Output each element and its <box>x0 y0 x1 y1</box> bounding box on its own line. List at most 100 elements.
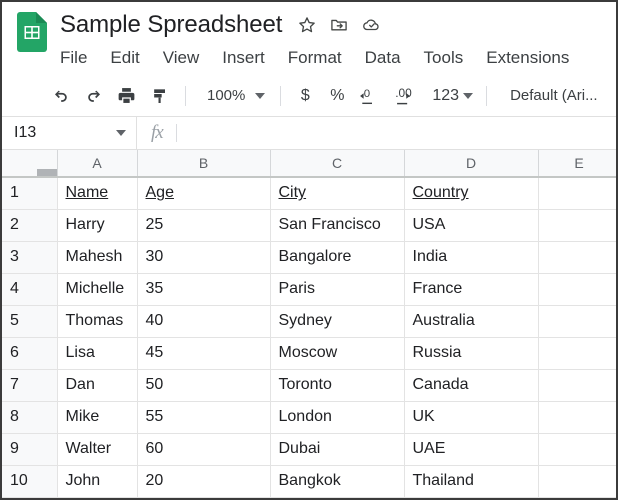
cell-b4[interactable]: 35 <box>137 273 270 305</box>
cell-c9[interactable]: Dubai <box>270 433 404 465</box>
cell-d8[interactable]: UK <box>404 401 538 433</box>
cell-a7[interactable]: Dan <box>57 369 137 401</box>
cell-c2[interactable]: San Francisco <box>270 209 404 241</box>
undo-button[interactable] <box>44 81 77 111</box>
font-family-selector[interactable]: Default (Ari... <box>496 87 598 104</box>
cell-a2[interactable]: Harry <box>57 209 137 241</box>
menu-item-format[interactable]: Format <box>288 48 342 68</box>
cell-d3[interactable]: India <box>404 241 538 273</box>
document-title[interactable]: Sample Spreadsheet <box>60 11 282 39</box>
decrease-decimal-button[interactable]: .0 <box>354 81 390 111</box>
cell-c10[interactable]: Bangkok <box>270 465 404 497</box>
paint-format-button[interactable] <box>143 81 176 111</box>
increase-decimal-button[interactable]: .00 <box>390 81 428 111</box>
column-header-b[interactable]: B <box>137 150 270 177</box>
menu-item-data[interactable]: Data <box>365 48 401 68</box>
row-header-10[interactable]: 10 <box>2 465 57 497</box>
row-header-7[interactable]: 7 <box>2 369 57 401</box>
row-header-8[interactable]: 8 <box>2 401 57 433</box>
percent-format-button[interactable]: % <box>320 81 354 111</box>
cell-c4[interactable]: Paris <box>270 273 404 305</box>
row-header-9[interactable]: 9 <box>2 433 57 465</box>
cell-d5[interactable]: Australia <box>404 305 538 337</box>
cell-c5[interactable]: Sydney <box>270 305 404 337</box>
toolbar-separator-1 <box>185 86 186 106</box>
currency-format-button[interactable]: $ <box>290 81 320 111</box>
title-row: Sample Spreadsheet <box>60 8 616 42</box>
column-header-e[interactable]: E <box>538 150 618 177</box>
cell-d7[interactable]: Canada <box>404 369 538 401</box>
cell-a4[interactable]: Michelle <box>57 273 137 305</box>
redo-button[interactable] <box>77 81 110 111</box>
cell-b9[interactable]: 60 <box>137 433 270 465</box>
table-row: 5Thomas40SydneyAustralia <box>2 305 618 337</box>
cell-b1[interactable]: Age <box>137 177 270 209</box>
cell-d4[interactable]: France <box>404 273 538 305</box>
cell-a8[interactable]: Mike <box>57 401 137 433</box>
cell-e10[interactable] <box>538 465 618 497</box>
cell-d6[interactable]: Russia <box>404 337 538 369</box>
row-header-2[interactable]: 2 <box>2 209 57 241</box>
menu-item-edit[interactable]: Edit <box>110 48 139 68</box>
cell-c3[interactable]: Bangalore <box>270 241 404 273</box>
cell-c7[interactable]: Toronto <box>270 369 404 401</box>
cell-e6[interactable] <box>538 337 618 369</box>
cell-b8[interactable]: 55 <box>137 401 270 433</box>
cell-a10[interactable]: John <box>57 465 137 497</box>
cell-e7[interactable] <box>538 369 618 401</box>
cell-b10[interactable]: 20 <box>137 465 270 497</box>
cell-a1[interactable]: Name <box>57 177 137 209</box>
cell-d10[interactable]: Thailand <box>404 465 538 497</box>
cell-e1[interactable] <box>538 177 618 209</box>
row-header-6[interactable]: 6 <box>2 337 57 369</box>
cell-b6[interactable]: 45 <box>137 337 270 369</box>
cell-c1[interactable]: City <box>270 177 404 209</box>
move-to-folder-icon[interactable] <box>329 15 349 35</box>
app-header: Sample Spreadsheet <box>2 2 616 74</box>
cell-a5[interactable]: Thomas <box>57 305 137 337</box>
row-header-3[interactable]: 3 <box>2 241 57 273</box>
menu-item-extensions[interactable]: Extensions <box>486 48 569 68</box>
row-header-5[interactable]: 5 <box>2 305 57 337</box>
cell-c6[interactable]: Moscow <box>270 337 404 369</box>
cell-c8[interactable]: London <box>270 401 404 433</box>
number-format-button[interactable]: 123 <box>428 81 477 111</box>
cell-d2[interactable]: USA <box>404 209 538 241</box>
select-all-corner[interactable] <box>2 150 57 177</box>
cell-e4[interactable] <box>538 273 618 305</box>
name-box[interactable]: I13 <box>2 117 137 149</box>
row-header-4[interactable]: 4 <box>2 273 57 305</box>
menu-item-insert[interactable]: Insert <box>222 48 265 68</box>
print-button[interactable] <box>110 81 143 111</box>
cell-a1-text: Name <box>66 184 109 201</box>
cell-a9[interactable]: Walter <box>57 433 137 465</box>
cell-e2[interactable] <box>538 209 618 241</box>
cell-d1[interactable]: Country <box>404 177 538 209</box>
cell-b2[interactable]: 25 <box>137 209 270 241</box>
menu-item-tools[interactable]: Tools <box>424 48 464 68</box>
table-row: 7Dan50TorontoCanada <box>2 369 618 401</box>
cell-b5[interactable]: 40 <box>137 305 270 337</box>
cell-e9[interactable] <box>538 433 618 465</box>
column-header-a[interactable]: A <box>57 150 137 177</box>
cell-a6[interactable]: Lisa <box>57 337 137 369</box>
table-row: 8Mike55LondonUK <box>2 401 618 433</box>
row-header-1[interactable]: 1 <box>2 177 57 209</box>
cloud-saved-icon[interactable] <box>361 15 381 35</box>
cell-e3[interactable] <box>538 241 618 273</box>
cell-e8[interactable] <box>538 401 618 433</box>
zoom-control[interactable]: 100% <box>195 87 271 104</box>
cell-b3[interactable]: 30 <box>137 241 270 273</box>
table-row: 1 Name Age City Country <box>2 177 618 209</box>
column-header-d[interactable]: D <box>404 150 538 177</box>
menu-item-file[interactable]: File <box>60 48 87 68</box>
column-header-c[interactable]: C <box>270 150 404 177</box>
cell-e5[interactable] <box>538 305 618 337</box>
cell-a3[interactable]: Mahesh <box>57 241 137 273</box>
cell-d9[interactable]: UAE <box>404 433 538 465</box>
star-icon[interactable] <box>297 15 317 35</box>
formula-bar: I13 fx <box>2 116 616 150</box>
cell-b7[interactable]: 50 <box>137 369 270 401</box>
toolbar-separator-3 <box>486 86 487 106</box>
menu-item-view[interactable]: View <box>163 48 200 68</box>
